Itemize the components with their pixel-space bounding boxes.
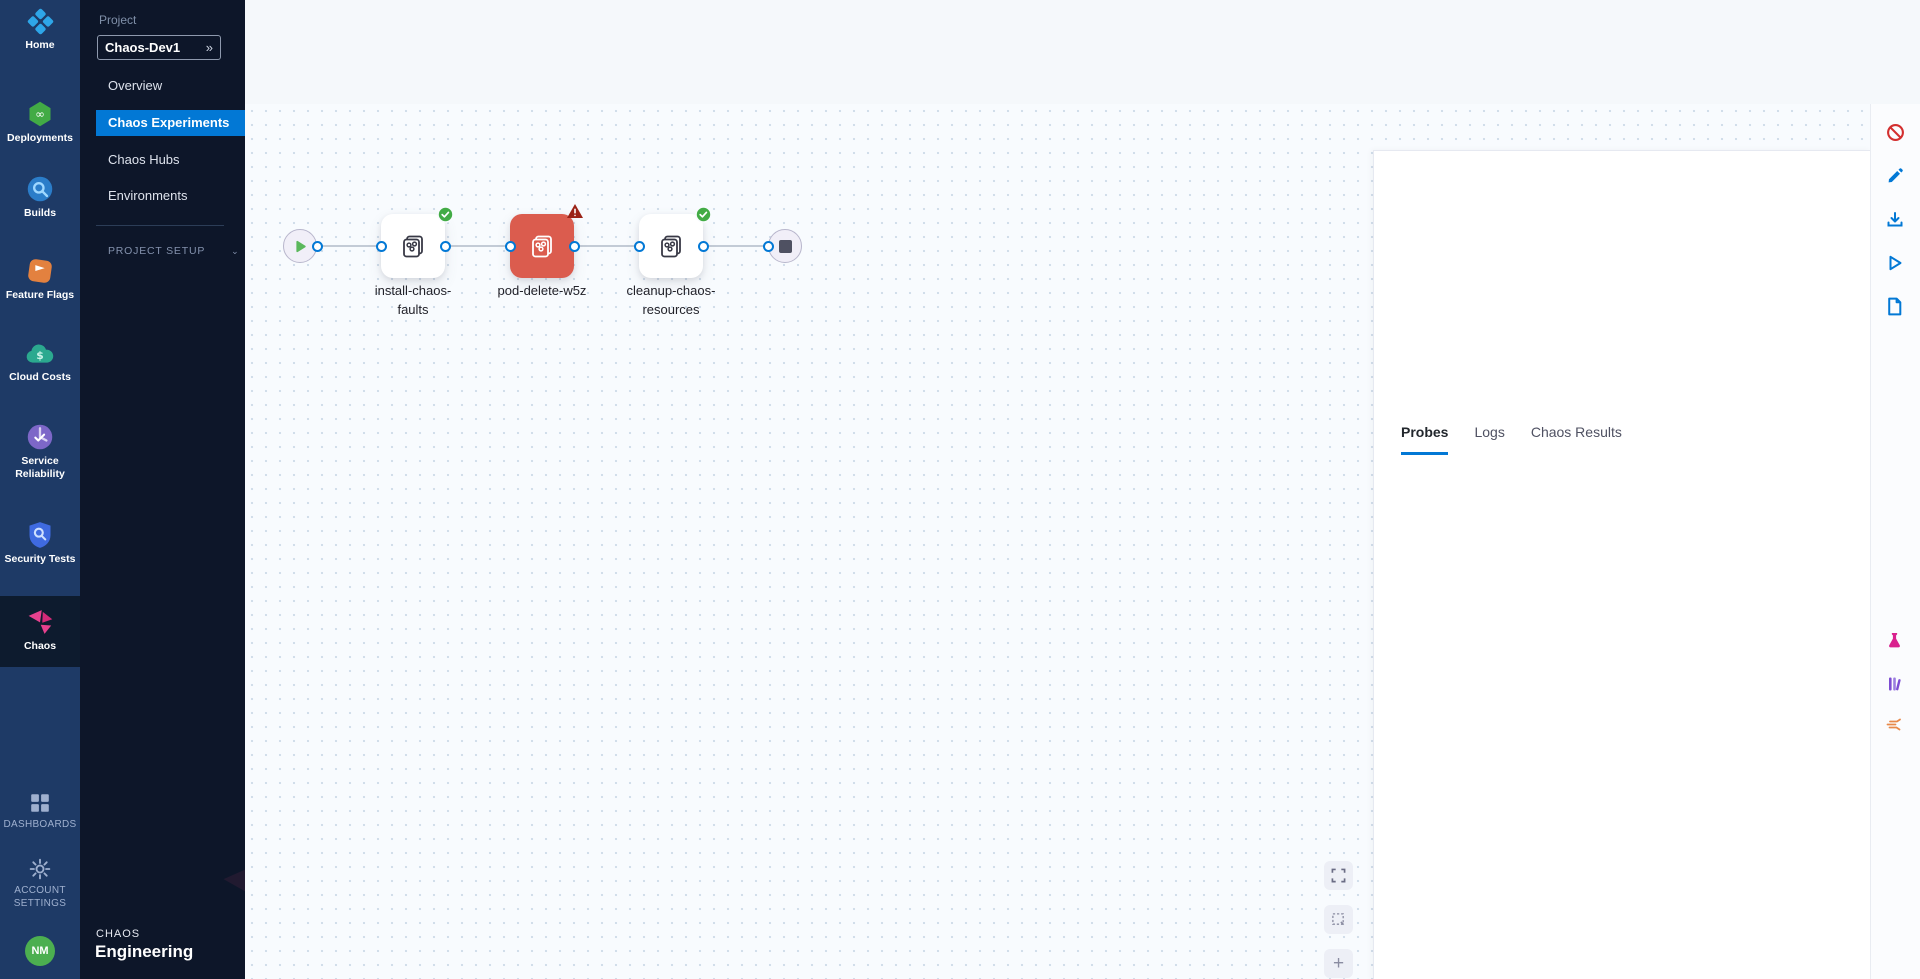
logs-bars-icon[interactable] [1886, 675, 1906, 695]
brand-chaos-label: CHAOS [96, 928, 140, 940]
dashboards-icon [29, 792, 51, 814]
run-experiment-icon[interactable] [1886, 254, 1906, 274]
brand-engineering-label: Engineering [95, 942, 193, 962]
marquee-select-button[interactable] [1324, 905, 1353, 934]
pipeline-node-cleanup-chaos-resources[interactable] [639, 214, 703, 278]
edge-port[interactable] [634, 241, 645, 252]
home-icon [27, 8, 54, 35]
experiments-flask-icon[interactable] [1886, 632, 1906, 652]
avatar-initials: NM [25, 936, 55, 966]
edge-port[interactable] [376, 241, 387, 252]
sidebar-item-chaos-hubs[interactable]: Chaos Hubs [96, 147, 245, 173]
edge-port[interactable] [440, 241, 451, 252]
fault-details-panel [1373, 150, 1871, 979]
gear-icon [29, 858, 51, 880]
edge-port[interactable] [312, 241, 323, 252]
edge-port[interactable] [569, 241, 580, 252]
nav-builds[interactable]: Builds [0, 175, 80, 220]
security-tests-icon [27, 521, 53, 549]
node-label: pod-delete-w5z [467, 281, 617, 300]
edge-port[interactable] [698, 241, 709, 252]
edge-port[interactable] [505, 241, 516, 252]
project-selector[interactable]: Chaos-Dev1 » [97, 35, 221, 60]
fault-step-icon [398, 231, 428, 261]
node-label: install-chaos-faults [338, 281, 488, 319]
sidebar-item-overview[interactable]: Overview [96, 73, 245, 99]
warning-badge-icon [566, 203, 584, 219]
edge-port[interactable] [763, 241, 774, 252]
manifest-file-icon[interactable] [1886, 297, 1906, 317]
service-reliability-icon [26, 423, 54, 451]
feedback-hand-icon[interactable] [1886, 718, 1906, 738]
chaos-icon [26, 608, 54, 636]
app-window: Chaos-Dev1 › Experiment Runs › cart-pod-… [0, 0, 1920, 979]
module-nav-rail: Home ∞ Deployments Builds Feature Flags … [0, 0, 80, 979]
stop-experiment-icon[interactable] [1886, 123, 1906, 143]
nav-feature-flags[interactable]: Feature Flags [0, 257, 80, 302]
feature-flags-icon [26, 257, 54, 285]
node-label: cleanup-chaos-resources [596, 281, 746, 319]
nav-dashboards[interactable]: DASHBOARDS [0, 792, 80, 831]
tab-logs[interactable]: Logs [1474, 424, 1504, 455]
svg-text:$: $ [36, 349, 43, 362]
download-icon[interactable] [1886, 211, 1906, 231]
edit-pencil-icon[interactable] [1886, 167, 1906, 187]
tab-chaos-results[interactable]: Chaos Results [1531, 424, 1622, 455]
success-badge-icon [437, 206, 454, 223]
fault-step-icon [527, 231, 557, 261]
sidebar-item-chaos-experiments[interactable]: Chaos Experiments [96, 110, 245, 136]
cloud-costs-icon: $ [25, 341, 55, 367]
stop-icon [779, 240, 792, 253]
fault-step-icon [656, 231, 686, 261]
project-setup-toggle[interactable]: PROJECT SETUP⌄ [108, 245, 239, 257]
nav-service-reliability[interactable]: Service Reliability [0, 423, 80, 481]
nav-chaos[interactable]: Chaos [0, 596, 80, 667]
play-icon [294, 240, 307, 253]
nav-account-settings[interactable]: ACCOUNT SETTINGS [0, 858, 80, 910]
deployments-icon: ∞ [26, 100, 54, 128]
user-avatar[interactable]: NM [0, 936, 80, 966]
nav-home[interactable]: Home [0, 8, 80, 52]
page-header [245, 0, 1920, 104]
fault-panel-tabs: Probes Logs Chaos Results [1401, 424, 1622, 455]
nav-deployments[interactable]: ∞ Deployments [0, 100, 80, 145]
svg-text:∞: ∞ [35, 107, 45, 121]
nav-cloud-costs[interactable]: $ Cloud Costs [0, 341, 80, 384]
success-badge-icon [695, 206, 712, 223]
builds-icon [26, 175, 54, 203]
experiment-actions-strip [1870, 104, 1920, 979]
tab-probes[interactable]: Probes [1401, 424, 1448, 455]
litmus-watermark [200, 840, 245, 979]
nav-security-tests[interactable]: Security Tests [0, 521, 80, 566]
chevron-double-icon: » [206, 40, 213, 55]
sidebar-item-environments[interactable]: Environments [96, 183, 245, 209]
pipeline-node-install-chaos-faults[interactable] [381, 214, 445, 278]
divider [96, 225, 224, 226]
chevron-down-icon: ⌄ [231, 246, 239, 256]
zoom-in-button[interactable]: + [1324, 949, 1353, 978]
project-label: Project [99, 13, 136, 27]
fit-to-screen-button[interactable] [1324, 861, 1353, 890]
project-name: Chaos-Dev1 [105, 40, 180, 55]
fit-icon [1331, 868, 1346, 883]
pipeline-node-pod-delete[interactable] [510, 214, 574, 278]
marquee-icon [1331, 912, 1346, 927]
